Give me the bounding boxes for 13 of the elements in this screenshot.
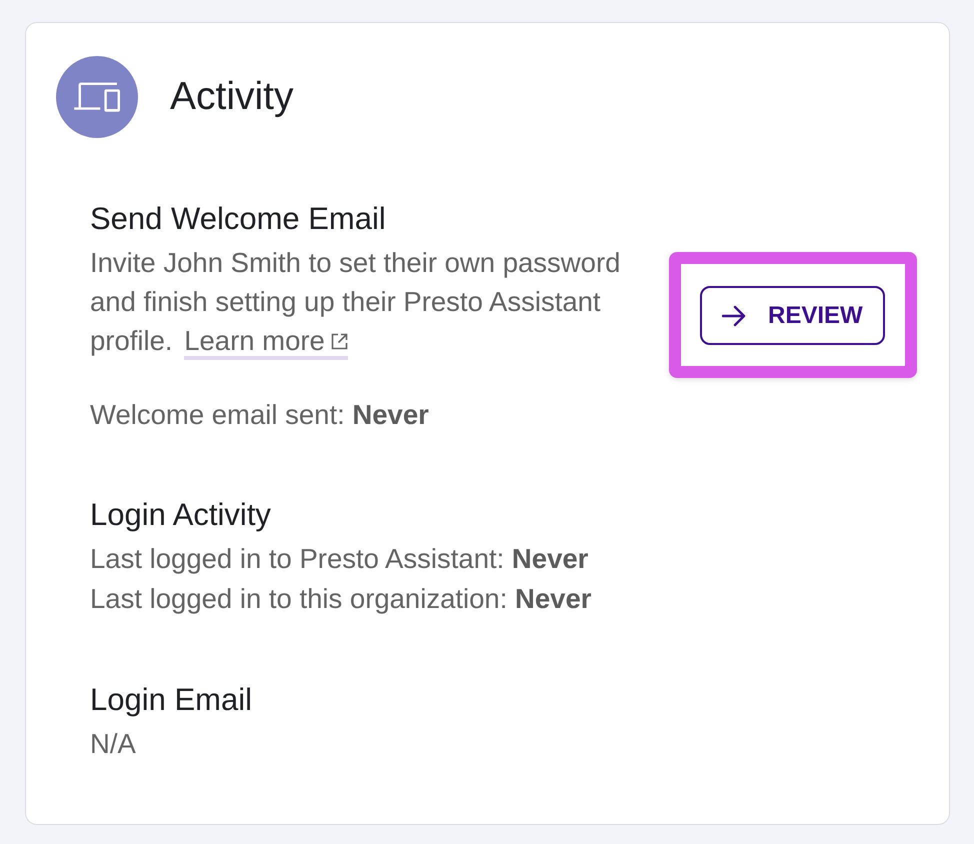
review-button[interactable]: REVIEW <box>700 286 885 345</box>
learn-more-link[interactable]: Learn more <box>184 326 348 360</box>
arrow-right-icon <box>722 304 746 326</box>
section-title: Send Welcome Email <box>90 200 387 238</box>
description-text: Invite John Smith to set their own password and finish setting up their Presto Assistant profile. Learn more <box>90 243 665 360</box>
section-title: Login Activity <box>90 496 272 534</box>
info-text: Last logged in to Presto Assistant: Never <box>90 542 590 576</box>
card-title: Activity <box>170 74 294 120</box>
status-text: Welcome email sent: Never <box>90 398 430 432</box>
info-text: N/A <box>90 727 137 761</box>
external-link-icon <box>330 332 348 350</box>
section-title: Login Email <box>90 681 253 719</box>
info-text: Last logged in to this organization: Never <box>90 582 592 616</box>
